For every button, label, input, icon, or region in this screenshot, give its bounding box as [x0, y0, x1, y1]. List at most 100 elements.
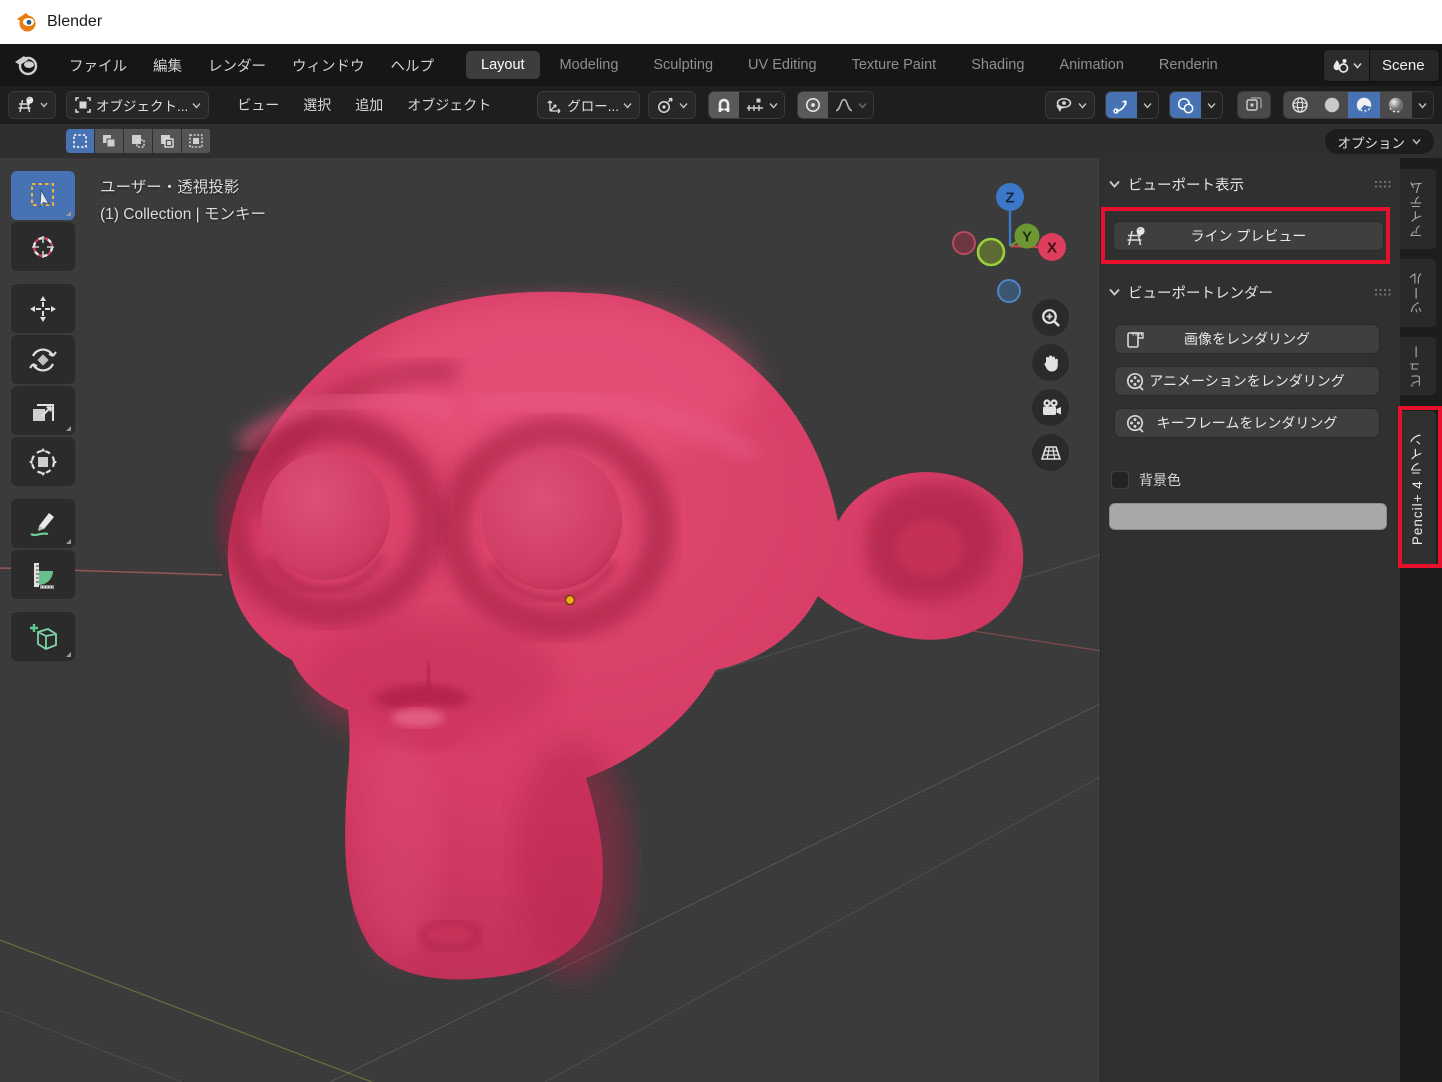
tool-transform[interactable]	[11, 437, 75, 486]
pan-button[interactable]	[1032, 344, 1069, 381]
menu-help[interactable]: ヘルプ	[378, 50, 448, 81]
menu-edit[interactable]: 編集	[140, 50, 195, 81]
tool-rotate[interactable]	[11, 335, 75, 384]
shading-material-preview[interactable]	[1348, 92, 1380, 118]
move-icon	[27, 293, 59, 325]
panel-grip-icon[interactable]	[1374, 180, 1392, 189]
tool-cursor[interactable]	[11, 222, 75, 271]
pivot-point-dropdown[interactable]	[648, 91, 696, 119]
snap-with-dropdown[interactable]	[739, 92, 784, 118]
sidebar-tab-pencil4-line[interactable]: Pencil+ 4 ライン	[1400, 410, 1437, 568]
perspective-toggle-button[interactable]	[1032, 434, 1069, 471]
sidebar-tab-view[interactable]: ビュー	[1400, 336, 1437, 396]
zoom-button[interactable]	[1032, 299, 1069, 336]
shading-wireframe[interactable]	[1284, 92, 1316, 118]
workspace-tabs: Layout Modeling Sculpting UV Editing Tex…	[466, 44, 1238, 86]
overlays-toggle[interactable]	[1170, 92, 1201, 118]
panel-viewport-display-header[interactable]: ビューポート表示	[1109, 172, 1392, 196]
viewport-header: オブジェクト... ビュー 選択 追加 オブジェクト グロー...	[0, 86, 1442, 124]
background-color-row: 背景色	[1111, 470, 1181, 490]
options-dropdown[interactable]: オプション	[1325, 129, 1435, 154]
panel-grip-icon[interactable]	[1374, 288, 1392, 297]
select-set-button[interactable]	[66, 129, 94, 153]
shading-solid[interactable]	[1316, 92, 1348, 118]
select-extend-button[interactable]	[95, 129, 123, 153]
background-color-checkbox[interactable]	[1111, 471, 1129, 489]
sidebar-tab-tool[interactable]: ツール	[1400, 258, 1437, 328]
xray-toggle[interactable]	[1237, 91, 1271, 119]
chevron-down-icon	[1143, 102, 1152, 109]
background-color-swatch[interactable]	[1109, 503, 1387, 530]
chevron-down-icon	[1353, 62, 1362, 69]
menu-view[interactable]: ビュー	[225, 91, 291, 119]
select-mode-group	[66, 129, 211, 153]
gizmo-neg-y	[978, 239, 1004, 265]
camera-icon	[1039, 397, 1063, 419]
tool-scale[interactable]	[11, 386, 75, 435]
menu-select[interactable]: 選択	[291, 91, 343, 119]
tab-modeling[interactable]: Modeling	[545, 51, 634, 79]
tab-sculpting[interactable]: Sculpting	[638, 51, 728, 79]
pencil4-editor-icon	[16, 96, 36, 114]
panel-title: ビューポートレンダー	[1128, 282, 1273, 303]
visibility-dropdown[interactable]	[1045, 91, 1095, 119]
shading-dropdown[interactable]	[1412, 92, 1433, 118]
scene-selector[interactable]: Scene	[1323, 49, 1440, 82]
render-image-button[interactable]: 画像をレンダリング	[1114, 324, 1380, 354]
sidebar-panel: ビューポート表示 ライン プレビュー ビューポートレンダー	[1100, 158, 1400, 1082]
annotate-pen-icon	[27, 508, 59, 540]
select-intersect-button[interactable]	[182, 129, 210, 153]
chevron-down-icon	[679, 102, 688, 109]
view-name: ユーザー・透視投影	[100, 174, 266, 201]
tab-animation[interactable]: Animation	[1044, 51, 1138, 79]
proportional-falloff-dropdown[interactable]	[828, 92, 873, 118]
select-subtract-button[interactable]	[124, 129, 152, 153]
tab-rendering[interactable]: Renderin	[1144, 51, 1233, 79]
editor-type-button[interactable]	[8, 91, 56, 119]
transform-orientation-dropdown[interactable]: グロー...	[537, 91, 640, 119]
gizmos-dropdown[interactable]	[1137, 92, 1158, 118]
panel-viewport-render-header[interactable]: ビューポートレンダー	[1109, 280, 1392, 304]
tool-measure[interactable]	[11, 550, 75, 599]
tab-layout[interactable]: Layout	[466, 51, 540, 79]
tab-uv-editing[interactable]: UV Editing	[733, 51, 832, 79]
camera-view-button[interactable]	[1032, 389, 1069, 426]
menu-file[interactable]: ファイル	[56, 50, 140, 81]
shading-mode-group	[1283, 91, 1434, 119]
rotate-icon	[27, 344, 59, 376]
render-animation-button[interactable]: アニメーションをレンダリング	[1114, 366, 1380, 396]
top-menubar: ファイル 編集 レンダー ウィンドウ ヘルプ Layout Modeling S…	[0, 44, 1442, 86]
select-invert-button[interactable]	[153, 129, 181, 153]
active-object-path: (1) Collection | モンキー	[100, 201, 266, 228]
menu-window[interactable]: ウィンドウ	[279, 50, 378, 81]
overlays-dropdown[interactable]	[1201, 92, 1222, 118]
gizmos-toggle[interactable]	[1106, 92, 1137, 118]
snap-toggle[interactable]	[709, 92, 739, 118]
menu-object[interactable]: オブジェクト	[395, 91, 503, 119]
proportional-edit-toggle[interactable]	[798, 92, 828, 118]
tool-add-cube[interactable]	[11, 612, 75, 661]
visibility-eye-icon	[1053, 96, 1074, 114]
tab-shading[interactable]: Shading	[956, 51, 1039, 79]
hand-icon	[1040, 352, 1062, 374]
tab-texture-paint[interactable]: Texture Paint	[837, 51, 952, 79]
render-keyframes-button[interactable]: キーフレームをレンダリング	[1114, 408, 1380, 438]
chevron-down-icon	[192, 102, 201, 109]
chevron-down-icon	[623, 102, 632, 109]
tool-select-box[interactable]	[11, 171, 75, 220]
pivot-point-icon	[656, 96, 675, 115]
tool-annotate[interactable]	[11, 499, 75, 548]
tool-move[interactable]	[11, 284, 75, 333]
zoom-icon	[1040, 307, 1062, 329]
menu-add[interactable]: 追加	[343, 91, 395, 119]
sidebar-tab-item[interactable]: アイテム	[1400, 168, 1437, 250]
blender-menu-icon[interactable]	[14, 54, 40, 76]
line-preview-button[interactable]: ライン プレビュー	[1113, 221, 1384, 251]
navigation-gizmo[interactable]: Z Y X	[938, 166, 1078, 306]
render-keyframes-label: キーフレームをレンダリング	[1115, 413, 1379, 433]
mode-dropdown[interactable]: オブジェクト...	[66, 91, 209, 119]
overlays-group	[1169, 91, 1223, 119]
shading-rendered[interactable]	[1380, 92, 1412, 118]
transform-icon	[27, 446, 59, 478]
menu-render[interactable]: レンダー	[195, 50, 279, 81]
